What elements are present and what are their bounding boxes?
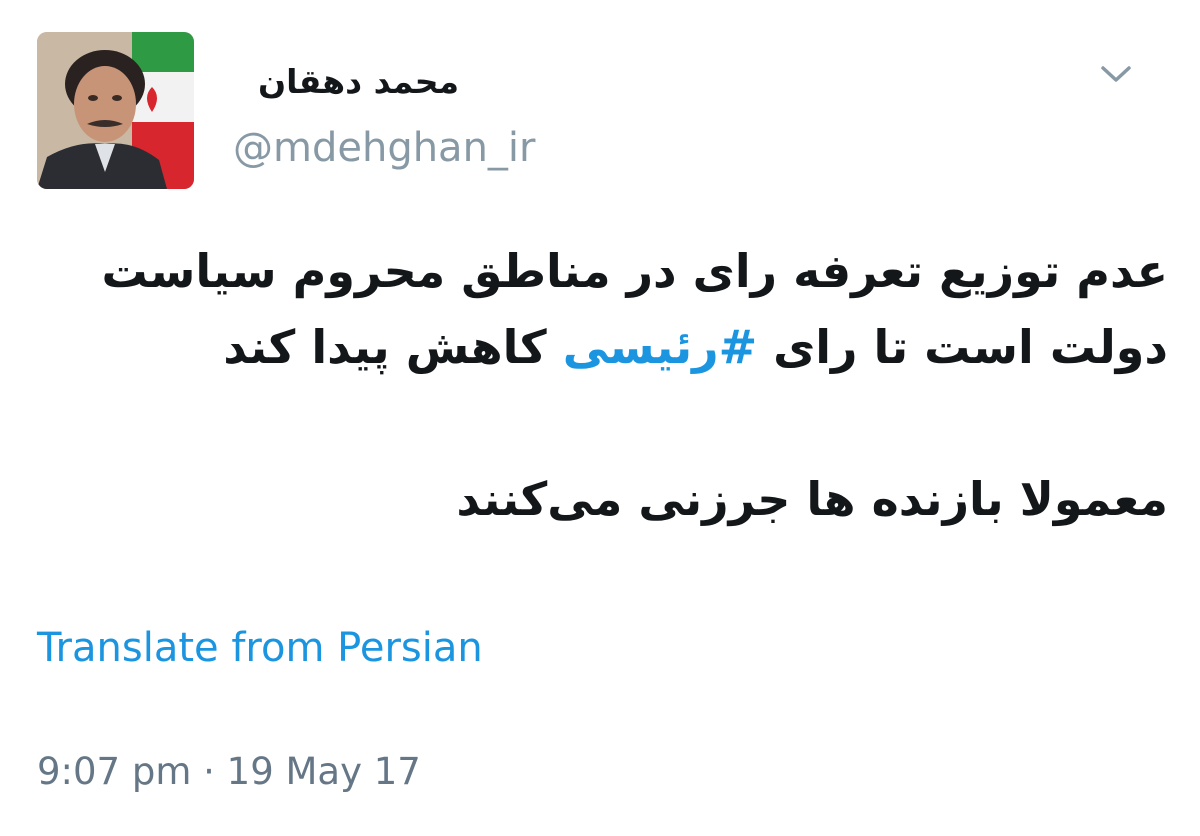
author-display-name[interactable]: محمد دهقان: [258, 62, 459, 101]
profile-photo-icon: [37, 32, 194, 189]
tweet-text: عدم توزیع تعرفه رای در مناطق محروم سیاست…: [38, 233, 1168, 537]
tweet-card: محمد دهقان @mdehghan_ir عدم توزیع تعرفه …: [0, 0, 1200, 836]
tweet-line-2-start: دولت است تا رای: [757, 320, 1168, 374]
tweet-timestamp[interactable]: 9:07 pm · 19 May 17: [37, 750, 421, 793]
tweet-line-1: عدم توزیع تعرفه رای در مناطق محروم سیاست: [101, 244, 1168, 298]
avatar[interactable]: [37, 32, 194, 189]
tweet-line-3: معمولا بازنده ها جرزنی می‌کنند: [456, 472, 1168, 526]
author-handle[interactable]: @mdehghan_ir: [233, 125, 535, 171]
tweet-line-2-end: کاهش پیدا کند: [223, 320, 563, 374]
chevron-down-icon[interactable]: [1098, 60, 1134, 88]
translate-link[interactable]: Translate from Persian: [37, 625, 483, 671]
hashtag-link[interactable]: #رئیسی: [563, 320, 757, 374]
tweet-line-2: دولت است تا رای #رئیسی کاهش پیدا کند: [38, 309, 1168, 385]
